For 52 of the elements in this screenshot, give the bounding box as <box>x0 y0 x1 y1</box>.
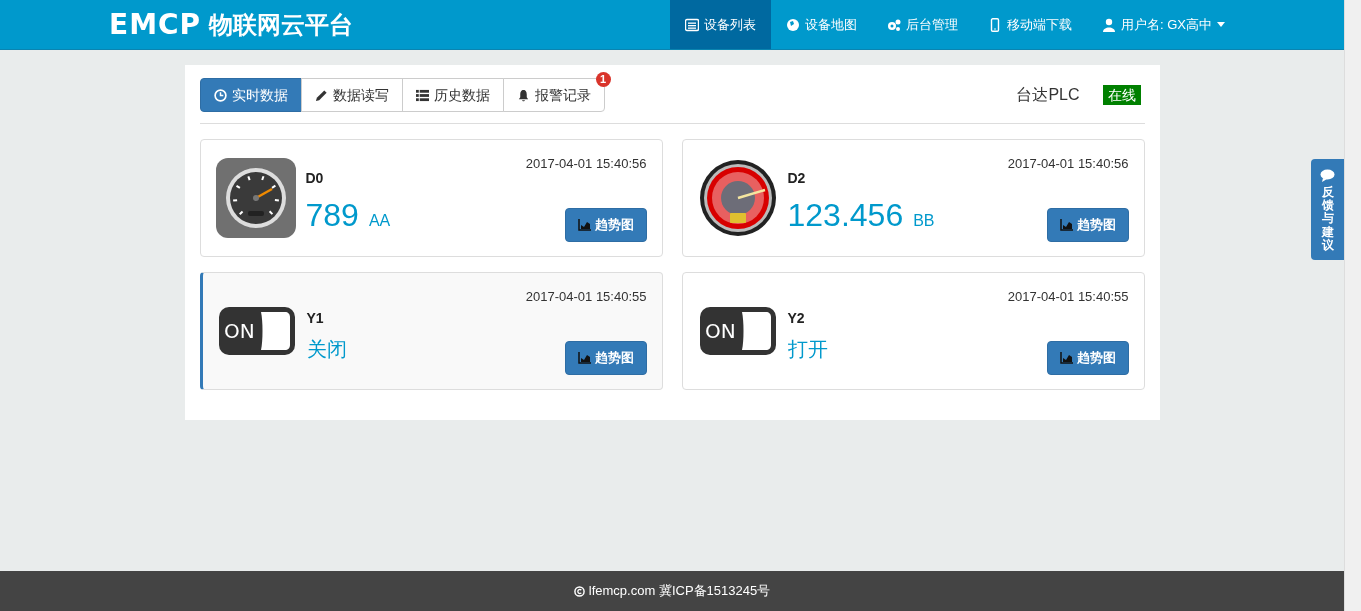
trend-chart-button[interactable]: 趋势图 <box>564 341 647 375</box>
globe-icon <box>786 17 800 32</box>
tag-name: D0 <box>305 168 325 188</box>
toggle-label: ON <box>704 319 736 343</box>
timestamp: 2017-04-01 15:40:55 <box>525 288 647 306</box>
clock-icon <box>213 88 227 102</box>
phone-icon <box>988 17 1002 32</box>
unit: AA <box>368 210 391 231</box>
gauge-icon <box>215 158 296 238</box>
speech-bubble-icon <box>1320 169 1335 182</box>
timestamp: 2017-04-01 15:40:56 <box>1007 155 1129 173</box>
tag-name: Y1 <box>306 308 325 328</box>
chart-icon <box>1059 352 1073 364</box>
tab[interactable]: 数据读写 <box>300 78 403 112</box>
nav-link[interactable]: 移动端下载 <box>973 0 1087 49</box>
chart-icon <box>577 219 591 231</box>
feedback-label: 反馈与建议 <box>1321 186 1334 252</box>
pencil-icon <box>314 88 328 102</box>
feedback-tab[interactable]: 反馈与建议 <box>1311 159 1344 260</box>
value: 123.456 <box>787 198 904 231</box>
toggle-label: ON <box>223 319 255 343</box>
copyright-icon <box>573 585 585 597</box>
site-title: 物联网云平台 <box>209 9 354 40</box>
logo: EMCP <box>109 10 202 39</box>
unit: BB <box>913 210 935 231</box>
timestamp: 2017-04-01 15:40:55 <box>1007 288 1129 306</box>
tag-name: Y2 <box>787 308 806 328</box>
nav-link[interactable]: 设备列表 <box>670 0 771 49</box>
device-name: 台达PLC <box>1016 85 1080 105</box>
list-icon <box>685 17 699 32</box>
tab[interactable]: 历史数据 <box>401 78 504 112</box>
gears-icon <box>887 17 901 32</box>
trend-chart-button[interactable]: 趋势图 <box>564 208 647 242</box>
gauge-icon <box>698 159 777 237</box>
chart-icon <box>577 352 591 364</box>
value: 789 <box>305 198 359 231</box>
bell-icon <box>516 88 530 102</box>
list-icon <box>415 88 429 102</box>
timestamp: 2017-04-01 15:40:56 <box>525 155 647 173</box>
chart-icon <box>1059 219 1073 231</box>
user-icon <box>1102 17 1116 32</box>
nav-link[interactable]: 设备地图 <box>771 0 872 49</box>
value: 打开 <box>787 338 828 359</box>
footer-text: lfemcp.com 冀ICP备1513245号 <box>588 582 771 601</box>
status-label: 在线 <box>1102 85 1141 105</box>
nav-link[interactable]: 后台管理 <box>872 0 973 49</box>
value: 关闭 <box>306 338 347 359</box>
tab[interactable]: 实时数据 <box>199 78 302 112</box>
tag-name: D2 <box>787 168 807 188</box>
trend-chart-button[interactable]: 趋势图 <box>1046 341 1129 375</box>
trend-chart-button[interactable]: 趋势图 <box>1046 208 1129 242</box>
nav-link[interactable]: 用户名: GX高中 <box>1087 0 1240 49</box>
